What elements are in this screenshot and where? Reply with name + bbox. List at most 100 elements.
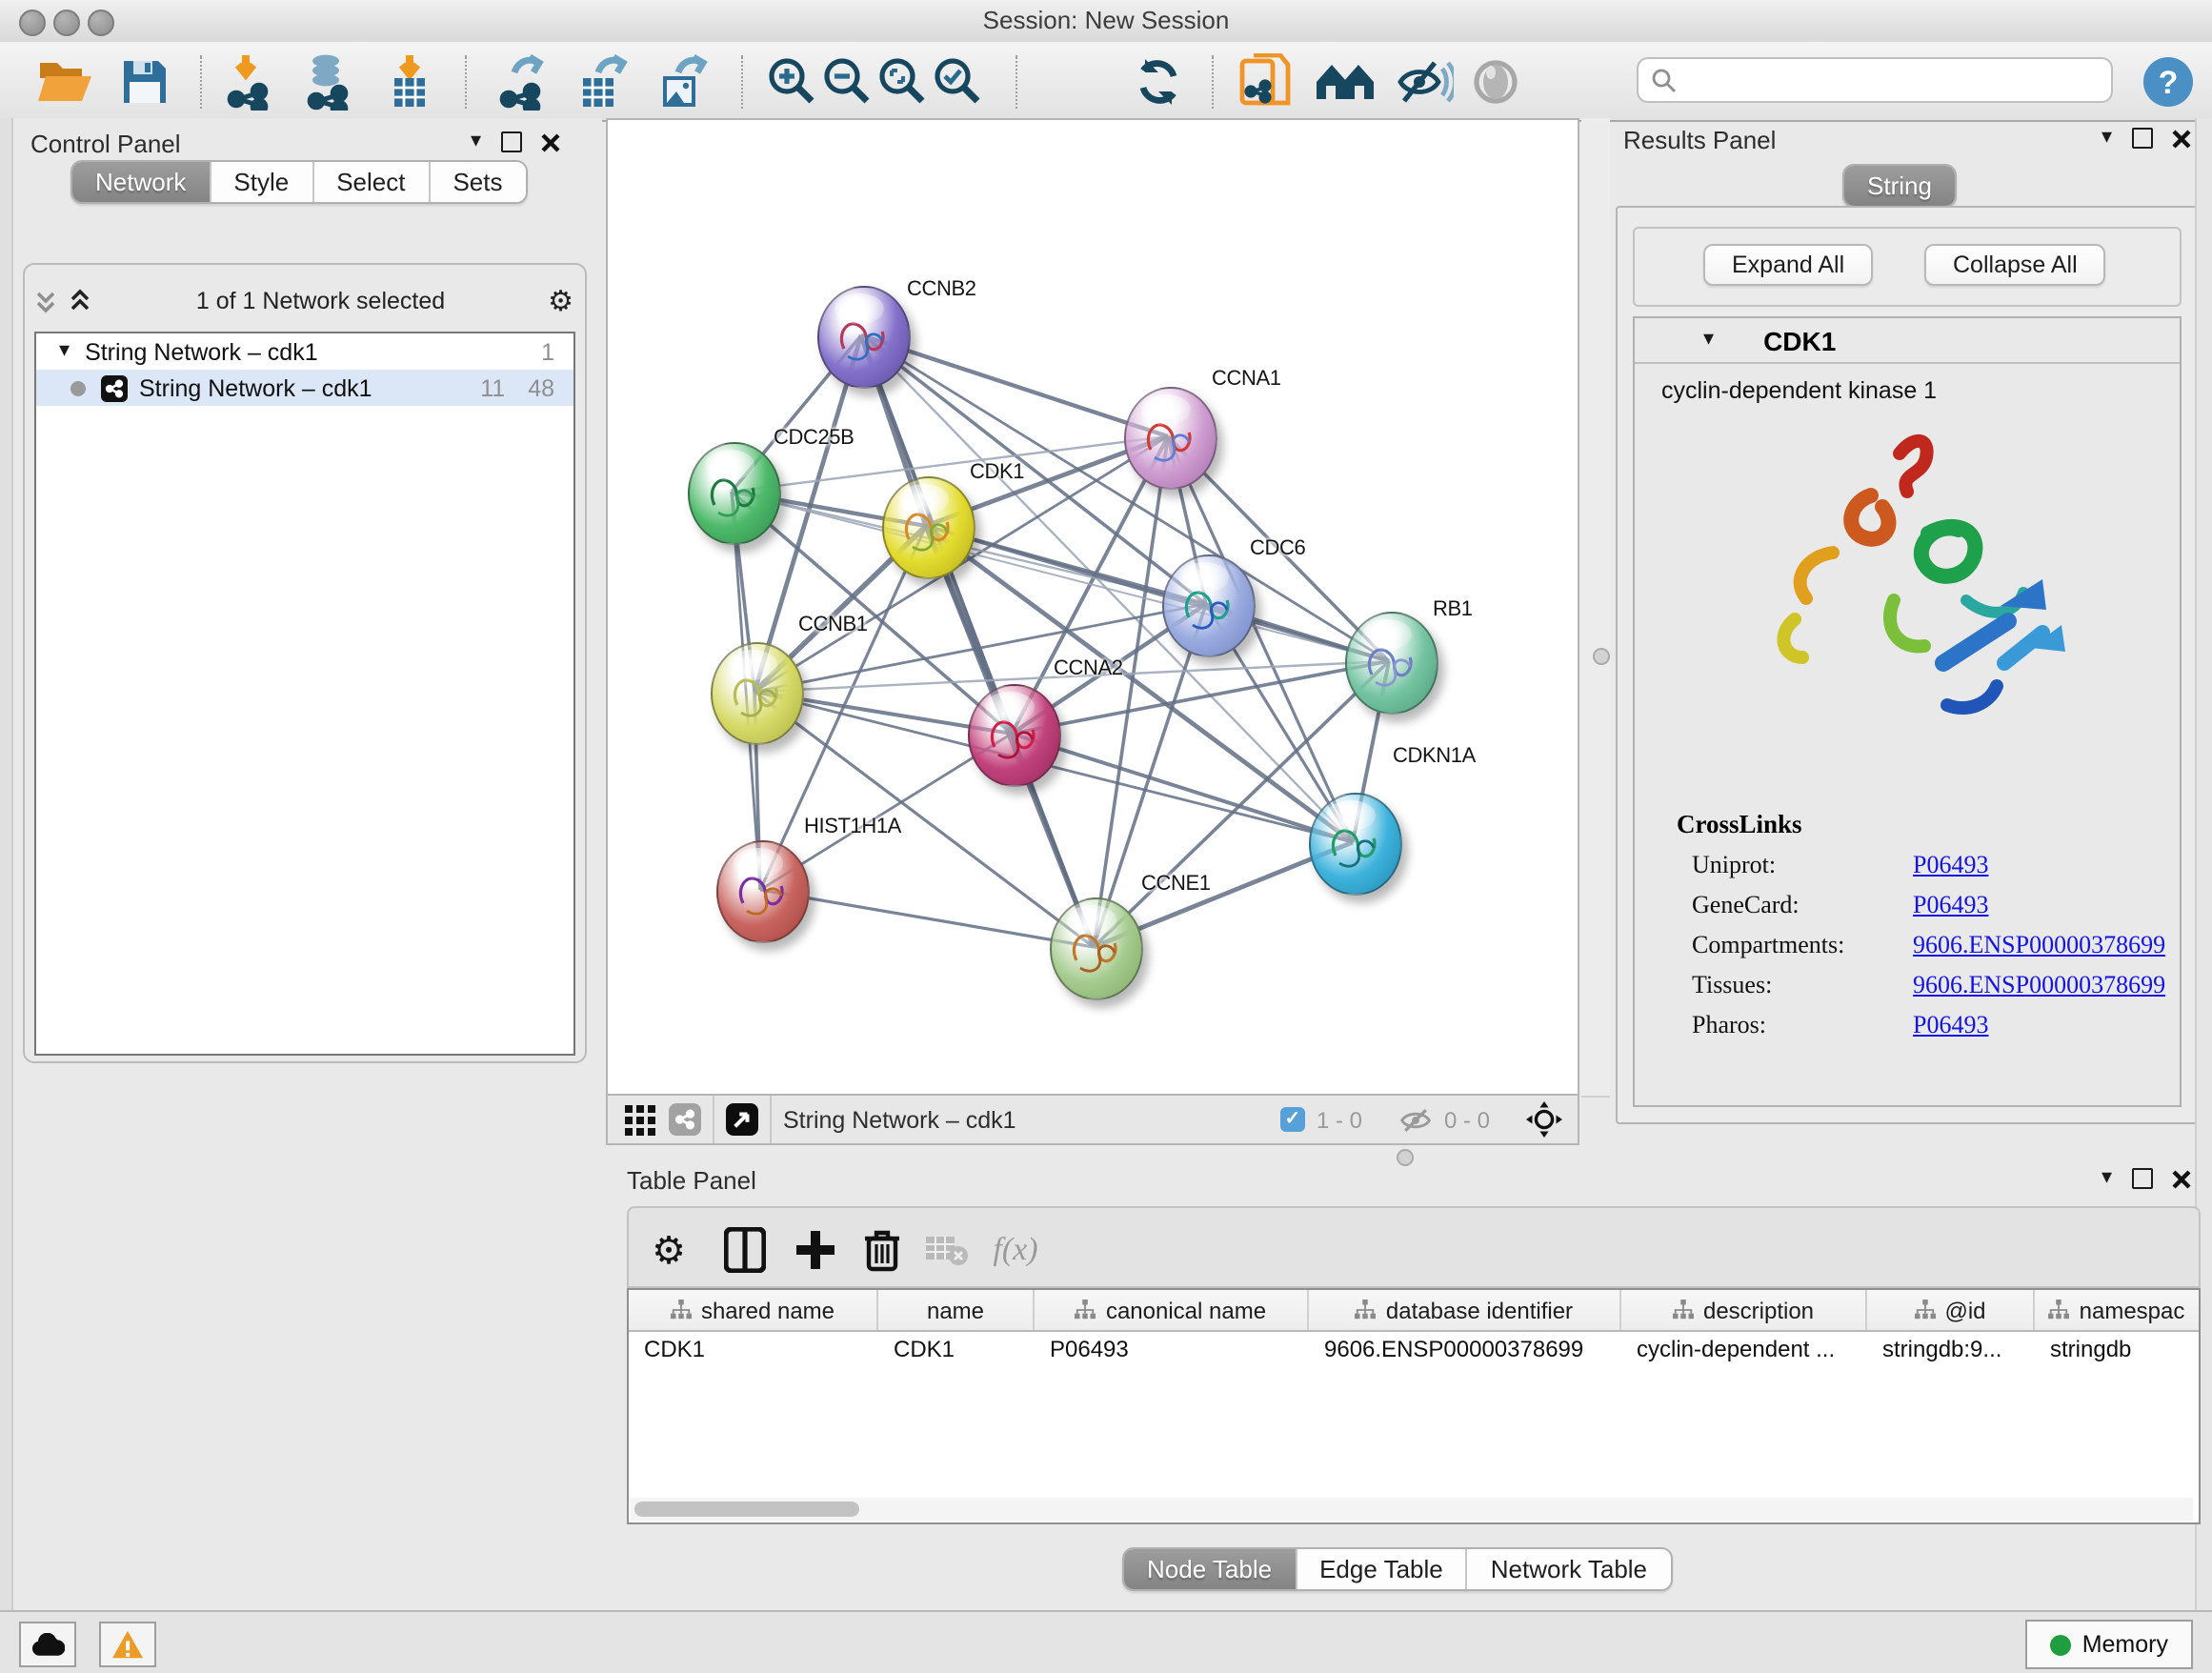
tab-sets[interactable]: Sets — [430, 162, 525, 202]
column-header-namespac[interactable]: namespac — [2035, 1290, 2201, 1330]
fit-content-crosshair-icon[interactable] — [1526, 1101, 1562, 1138]
network-node-hist1h1a[interactable] — [715, 840, 809, 943]
undock-panel-icon[interactable] — [2131, 128, 2152, 149]
network-node-cdc25b[interactable] — [687, 442, 780, 545]
network-collection-row[interactable]: ▾ String Network – cdk1 1 — [36, 333, 573, 370]
show-graphics-details-icon[interactable] — [1465, 51, 1526, 112]
column-header-description[interactable]: description — [1621, 1290, 1867, 1330]
zoom-selected-icon[interactable] — [928, 51, 989, 112]
export-table-icon[interactable] — [572, 51, 633, 112]
zoom-in-icon[interactable] — [762, 51, 823, 112]
column-header-shared-name[interactable]: shared name — [629, 1290, 878, 1330]
table-cell[interactable]: cyclin-dependent ... — [1621, 1332, 1867, 1366]
crosslink-value-link[interactable]: P06493 — [1913, 850, 1988, 880]
string-view-icon[interactable] — [669, 1103, 701, 1136]
table-cell[interactable]: stringdb:9... — [1867, 1332, 2035, 1366]
table-cell[interactable]: P06493 — [1035, 1332, 1309, 1366]
network-node-cdk1[interactable] — [881, 476, 975, 579]
birdseye-view-icon[interactable] — [726, 1103, 758, 1136]
network-view[interactable]: CCNB2CCNA1CDC25BCDK1CDC6RB1CCNB1CCNA2CDK… — [606, 118, 1579, 1096]
table-cell[interactable]: CDK1 — [629, 1332, 878, 1366]
column-header--id[interactable]: @id — [1867, 1290, 2035, 1330]
table-cell[interactable]: stringdb — [2035, 1332, 2201, 1366]
tab-string[interactable]: String — [1844, 166, 1955, 206]
open-in-cytoscape-web-icon[interactable] — [1235, 51, 1296, 112]
save-session-icon[interactable] — [114, 51, 175, 112]
column-header-database-identifier[interactable]: database identifier — [1309, 1290, 1621, 1330]
table-horizontal-scrollbar[interactable] — [631, 1498, 2193, 1521]
column-header-canonical-name[interactable]: canonical name — [1035, 1290, 1309, 1330]
table-panel-tabs: Node TableEdge TableNetwork Table — [1122, 1547, 1672, 1591]
node-gloss — [1362, 619, 1412, 649]
protein-section-header[interactable]: ▾ CDK1 — [1635, 318, 2180, 364]
table-options-gear-icon[interactable]: ⚙ — [640, 1221, 697, 1279]
close-panel-icon[interactable] — [540, 132, 559, 151]
crosslink-label: GeneCard: — [1692, 890, 1913, 920]
float-panel-icon[interactable]: ▾ — [2101, 128, 2112, 149]
tab-select[interactable]: Select — [313, 162, 430, 202]
network-node-cdkn1a[interactable] — [1308, 793, 1401, 896]
import-table-file-icon[interactable] — [379, 51, 440, 112]
show-columns-icon[interactable] — [716, 1221, 774, 1279]
network-node-rb1[interactable] — [1344, 612, 1438, 715]
vertical-splitter-dot[interactable] — [1593, 648, 1610, 665]
tab-node-table[interactable]: Node Table — [1124, 1549, 1297, 1589]
toolbar-search-field[interactable] — [1637, 57, 2113, 103]
network-node-ccna2[interactable] — [967, 684, 1060, 787]
node-table[interactable]: shared namenamecanonical namedatabase id… — [627, 1288, 2201, 1524]
warnings-button[interactable] — [99, 1622, 156, 1667]
delete-row-trash-icon[interactable] — [854, 1221, 911, 1279]
scrollbar-thumb[interactable] — [634, 1502, 859, 1517]
table-row[interactable]: CDK1CDK1P064939606.ENSP00000378699cyclin… — [629, 1332, 2199, 1366]
network-row[interactable]: String Network – cdk1 11 48 — [36, 370, 573, 406]
help-icon[interactable]: ? — [2138, 51, 2199, 112]
cloud-button[interactable] — [19, 1622, 76, 1667]
hide-analysis-icon[interactable] — [1395, 51, 1456, 112]
tab-network[interactable]: Network — [72, 162, 211, 202]
column-header-name[interactable]: name — [878, 1290, 1035, 1330]
export-image-icon[interactable] — [652, 51, 713, 112]
refresh-icon[interactable] — [1128, 51, 1189, 112]
export-network-icon[interactable] — [492, 51, 553, 112]
section-collapse-icon[interactable]: ▾ — [1703, 330, 1714, 351]
zoom-fit-icon[interactable] — [873, 51, 934, 112]
table-cell[interactable]: CDK1 — [878, 1332, 1035, 1366]
collapse-all-networks-icon[interactable] — [32, 288, 59, 314]
undock-panel-icon[interactable] — [500, 131, 521, 152]
selected-checkbox-icon[interactable]: ✓ — [1280, 1107, 1305, 1132]
return-to-home-icon[interactable] — [1315, 51, 1376, 112]
protein-section: ▾ CDK1 cyclin-dependent kinase 1 — [1633, 316, 2182, 1107]
grid-view-icon[interactable] — [625, 1104, 655, 1135]
memory-button[interactable]: Memory — [2025, 1620, 2193, 1669]
float-panel-icon[interactable]: ▾ — [471, 131, 481, 152]
tab-edge-table[interactable]: Edge Table — [1297, 1549, 1468, 1589]
expand-all-button[interactable]: Expand All — [1703, 244, 1873, 286]
network-node-ccnb1[interactable] — [710, 642, 803, 745]
horizontal-splitter-handle[interactable] — [1397, 1149, 1414, 1166]
network-node-cdc6[interactable] — [1161, 554, 1255, 657]
add-column-icon[interactable] — [787, 1221, 844, 1279]
float-panel-icon[interactable]: ▾ — [2101, 1168, 2112, 1189]
panel-divider-gutter[interactable] — [1581, 118, 1610, 1098]
import-network-database-icon[interactable] — [299, 51, 360, 112]
close-panel-icon[interactable] — [2171, 129, 2190, 148]
network-node-ccne1[interactable] — [1049, 897, 1142, 1000]
network-options-gear-icon[interactable]: ⚙ — [548, 284, 573, 318]
expand-all-networks-icon[interactable] — [67, 288, 93, 314]
table-cell[interactable]: 9606.ENSP00000378699 — [1309, 1332, 1621, 1366]
close-panel-icon[interactable] — [2171, 1169, 2190, 1188]
undock-panel-icon[interactable] — [2131, 1168, 2152, 1189]
crosslink-value-link[interactable]: P06493 — [1913, 1010, 1988, 1040]
import-network-file-icon[interactable] — [219, 51, 280, 112]
network-node-ccna1[interactable] — [1123, 387, 1217, 490]
zoom-out-icon[interactable] — [817, 51, 878, 112]
crosslink-value-link[interactable]: 9606.ENSP00000378699 — [1913, 930, 2165, 960]
crosslink-value-link[interactable]: P06493 — [1913, 890, 1988, 920]
crosslink-value-link[interactable]: 9606.ENSP00000378699 — [1913, 970, 2165, 1000]
open-folder-icon[interactable] — [34, 51, 95, 112]
tab-style[interactable]: Style — [211, 162, 313, 202]
collapse-all-button[interactable]: Collapse All — [1924, 244, 2106, 286]
collection-expand-icon[interactable]: ▾ — [59, 341, 70, 362]
tab-network-table[interactable]: Network Table — [1468, 1549, 1670, 1589]
network-node-ccnb2[interactable] — [816, 286, 910, 389]
